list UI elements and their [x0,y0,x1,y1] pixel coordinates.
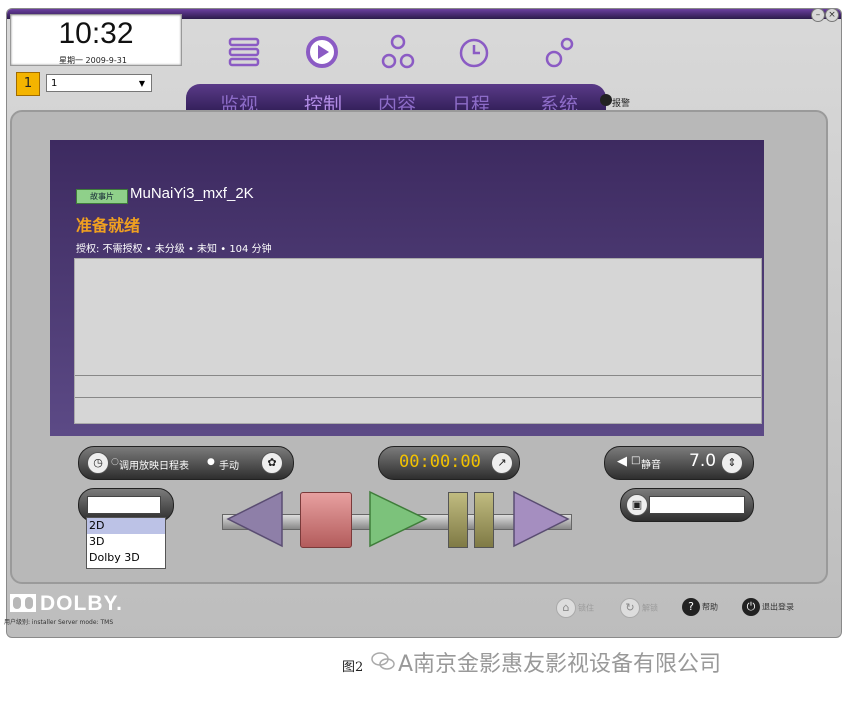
lights-control: ▣ House Lights Mid ▼ [620,488,754,522]
chevron-down-icon: ▼ [732,501,739,510]
logout-label: 退出登录 [762,602,794,612]
volume-stepper-icon[interactable]: ⇕ [721,452,743,474]
lock-label: 锁住 [578,603,594,613]
timer-display: 00:00:00 [399,452,481,472]
mute-checkbox[interactable]: □ [631,455,640,466]
unlock-label: 解锁 [642,603,658,613]
playback-status: 准备就绪 [76,216,141,235]
clock-time: 10:32 [58,17,134,50]
alarm-link[interactable]: 报警 [612,96,630,109]
minimize-button[interactable]: – [811,9,825,22]
play-button[interactable] [368,490,428,548]
unlock-button[interactable]: ↻ 解锁 [620,598,658,618]
nodes-icon[interactable] [378,32,418,72]
lights-select-value: House Lights Mid [654,502,714,510]
timer-control: 00:00:00 ↗ [378,446,520,480]
home-icon: ⌂ [556,598,576,618]
chevron-down-icon: ▼ [147,501,154,510]
schedule-mode-control: ◷ ○ 调用放映日程表 ● 手动 ✿ [78,446,294,480]
list-icon[interactable] [224,32,264,72]
forward-button[interactable] [512,490,570,548]
logout-icon: ⏻ [742,598,760,616]
content-name: MuNaiYi3_mxf_2K [130,185,254,202]
lights-icon: ▣ [626,494,648,516]
alarm-icon[interactable] [600,94,612,106]
format-select-value: 2D [94,499,110,512]
dolby-mark-icon [10,594,36,612]
wechat-icon [371,652,395,670]
help-button[interactable]: ? 帮助 [682,598,718,616]
help-label: 帮助 [702,602,718,612]
schedule-radio-label[interactable]: 调用放映日程表 [119,457,189,472]
lock-button[interactable]: ⌂ 锁住 [556,598,594,618]
volume-control: ◀ □ 静音 7.0 ⇕ [604,446,754,480]
screen-select[interactable]: 1 ▼ [46,74,152,92]
list-divider [75,397,761,398]
format-option[interactable]: 2D [87,518,165,534]
format-option[interactable]: Dolby 3D [87,550,165,566]
schedule-radio[interactable]: ○ [111,457,119,467]
clock-panel: 10:32 星期一 2009-9-31 [10,14,182,66]
screen-select-value: 1 [51,78,58,89]
reel-icon[interactable]: ✿ [261,452,283,474]
refresh-icon: ↻ [620,598,640,618]
timer-jump-icon[interactable]: ↗ [491,452,513,474]
close-button[interactable]: × [825,9,839,22]
format-dropdown: 2D 3D Dolby 3D [86,517,166,569]
format-select[interactable]: 2D ▼ [87,496,161,514]
figure-caption: 图2 [342,660,364,675]
pause-button[interactable] [474,492,494,548]
logout-button[interactable]: ⏻ 退出登录 [742,598,794,616]
clock-icon: ◷ [87,452,109,474]
manual-radio[interactable]: ● [207,457,215,467]
user-level: 用户级别: installer Server mode: TMS [4,619,114,626]
manual-radio-label[interactable]: 手动 [219,457,239,472]
playlist-area[interactable] [74,258,762,424]
list-divider [75,375,761,376]
content-info: 授权: 不需授权 • 未分级 • 未知 • 104 分钟 [76,244,272,255]
mute-label[interactable]: 静音 [641,456,661,471]
format-option[interactable]: 3D [87,534,165,550]
play-circle-icon[interactable] [302,32,342,72]
chevron-down-icon: ▼ [138,79,145,88]
stop-button[interactable] [300,492,352,548]
help-icon: ? [682,598,700,616]
speaker-icon: ◀ [617,454,627,469]
clock-icon[interactable] [454,32,494,72]
gears-icon[interactable] [540,32,580,72]
volume-level: 7.0 [689,451,717,471]
clock-date: 星期一 2009-9-31 [59,56,127,65]
dolby-wordmark: DOLBY. [40,592,124,615]
rewind-button[interactable] [226,490,284,548]
dolby-logo: DOLBY. [10,592,123,616]
screen-number-badge: 1 [16,72,40,96]
watermark-text: A南京金影惠友影视设备有限公司 [398,652,722,677]
content-type-badge: 故事片 [76,189,128,204]
pause-button[interactable] [448,492,468,548]
lights-select[interactable]: House Lights Mid ▼ [649,496,745,514]
